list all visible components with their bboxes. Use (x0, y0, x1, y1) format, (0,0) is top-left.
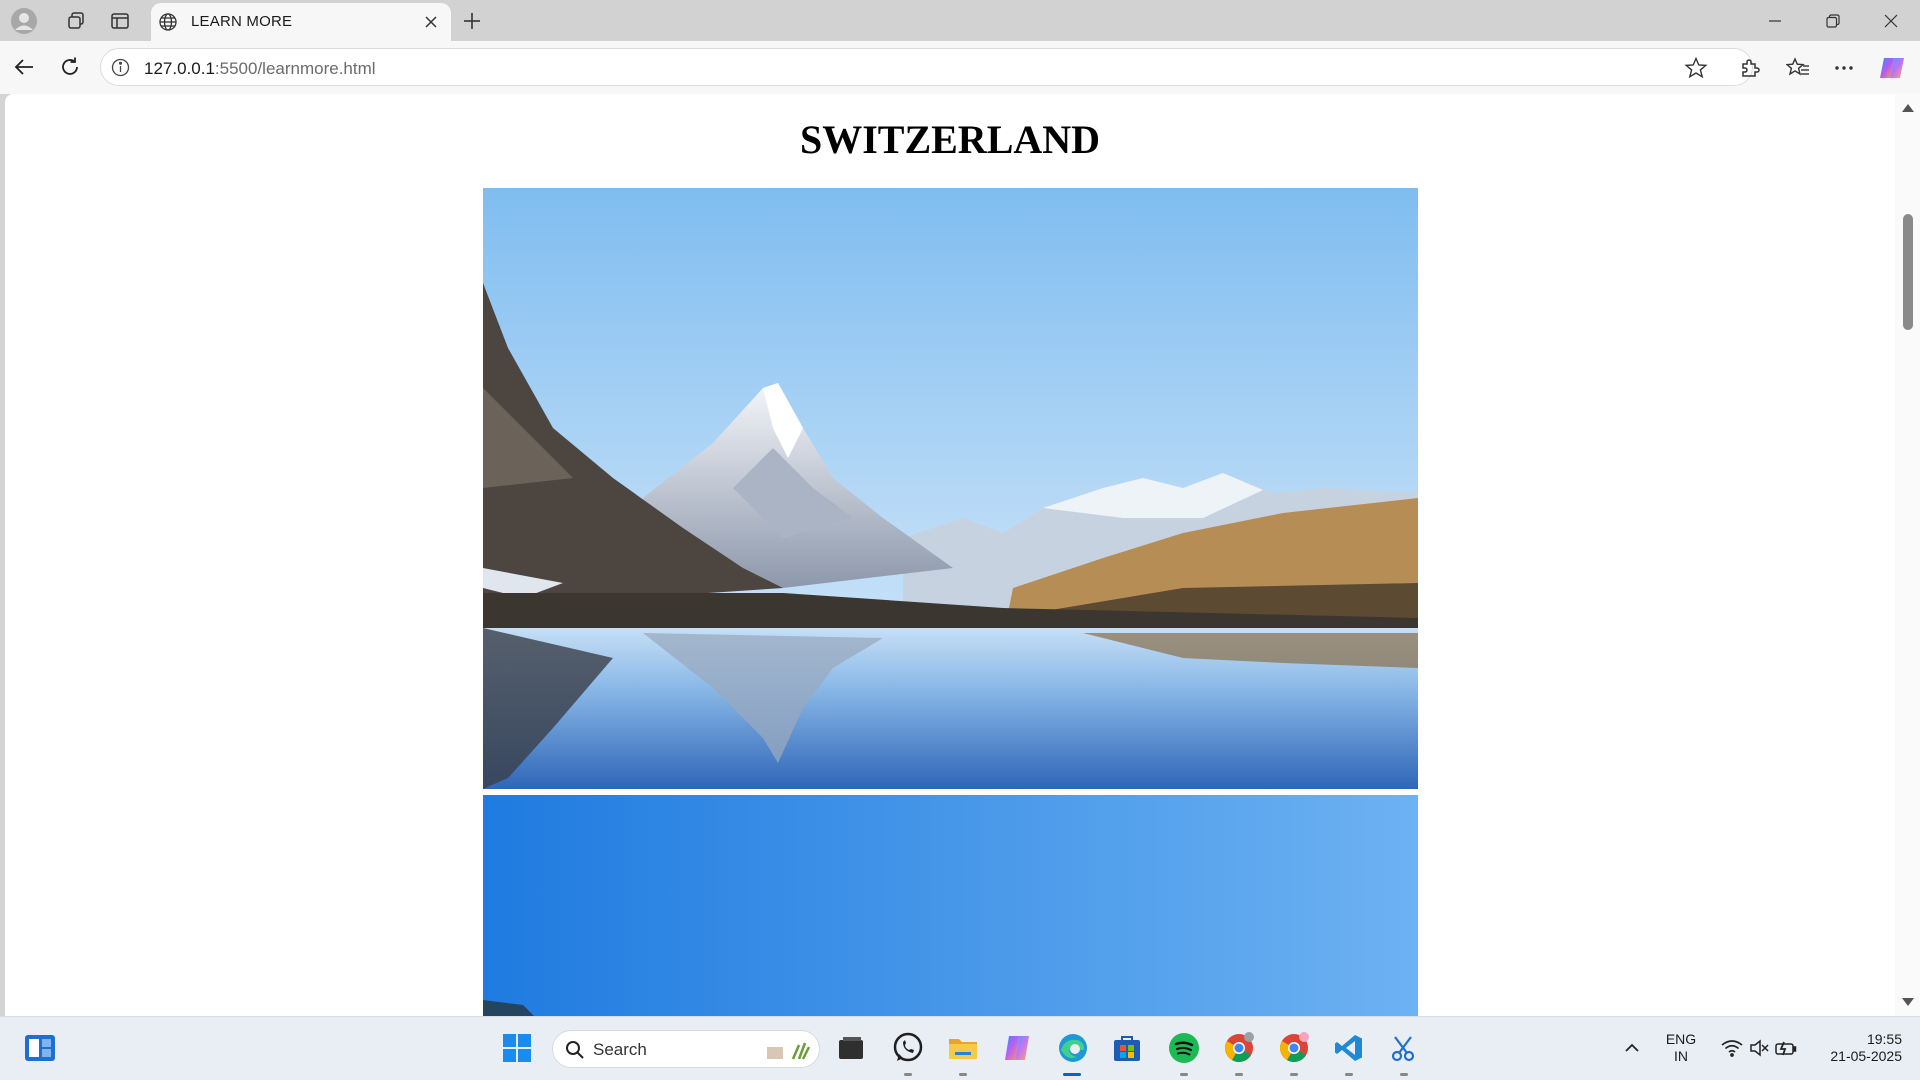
tab-actions-button[interactable] (104, 6, 136, 36)
chrome-profile-running-indicator (1290, 1073, 1298, 1076)
edge-active-indicator (1063, 1073, 1081, 1076)
wifi-icon (1721, 1040, 1743, 1057)
search-icon (566, 1041, 584, 1059)
page-viewport: SWITZERLAND (5, 94, 1920, 1016)
extensions-icon (1742, 59, 1760, 77)
workspaces-button[interactable] (60, 6, 92, 36)
spotify-icon (1169, 1033, 1199, 1063)
widgets-button[interactable] (21, 1029, 59, 1067)
restore-icon (1826, 14, 1840, 28)
copilot-app-icon (1005, 1036, 1029, 1060)
tab-close-button[interactable] (419, 10, 443, 34)
windows-taskbar: Search ENG IN 19:55 21-05-2025 (0, 1016, 1920, 1080)
refresh-button[interactable] (54, 51, 86, 83)
folder-button[interactable] (944, 1029, 982, 1067)
back-button[interactable] (8, 51, 40, 83)
window-close-button[interactable] (1868, 4, 1914, 38)
favorite-icon[interactable] (1684, 56, 1708, 80)
snipping-tool-running-indicator (1400, 1073, 1408, 1076)
folder-icon (949, 1039, 977, 1059)
profile-icon (11, 8, 37, 34)
search-highlight-icon (767, 1042, 811, 1060)
scroll-up-arrow[interactable] (1902, 104, 1914, 112)
clock-time: 19:55 (1866, 1031, 1902, 1047)
vscode-button[interactable] (1330, 1029, 1368, 1067)
battery-charging-icon (1775, 1041, 1797, 1056)
favorites-button[interactable] (1781, 51, 1815, 85)
blue-sky-photo (483, 795, 1418, 1016)
copilot-icon (1880, 58, 1904, 78)
copilot-button[interactable] (1874, 50, 1910, 86)
site-info-icon[interactable] (111, 58, 130, 77)
scroll-down-arrow[interactable] (1902, 998, 1914, 1006)
more-button[interactable] (1827, 51, 1861, 85)
minimize-button[interactable] (1752, 4, 1798, 38)
windows-start-icon (503, 1034, 531, 1062)
whatsapp-button[interactable] (889, 1029, 927, 1067)
refresh-icon (62, 57, 78, 75)
profile-button[interactable] (8, 6, 40, 36)
folder-running-indicator (959, 1073, 967, 1076)
taskbar-search[interactable]: Search (552, 1030, 820, 1068)
clock[interactable]: 19:55 21-05-2025 (1812, 1031, 1902, 1065)
tab-title: LEARN MORE (191, 13, 293, 30)
vscode-running-indicator (1345, 1073, 1353, 1076)
search-label: Search (593, 1040, 647, 1059)
chrome-running-indicator (1235, 1073, 1243, 1076)
language-code: ENG (1665, 1031, 1697, 1047)
url-path: :5500/learnmore.html (214, 59, 376, 78)
minimize-icon (1769, 20, 1781, 22)
show-hidden-icons-button[interactable] (1613, 1029, 1651, 1067)
favorites-icon (1786, 57, 1809, 76)
spotify-running-indicator (1180, 1073, 1188, 1076)
new-tab-button[interactable] (456, 6, 488, 36)
tab-strip: LEARN MORE (0, 0, 1920, 41)
address-bar[interactable]: 127.0.0.1:5500/learnmore.html (100, 48, 1753, 86)
browser-toolbar: 127.0.0.1:5500/learnmore.html (0, 41, 1920, 94)
close-icon (425, 16, 437, 28)
language-indicator[interactable]: ENG IN (1660, 1031, 1702, 1065)
tab-actions-icon (111, 13, 129, 29)
page-title: SWITZERLAND (799, 117, 1101, 162)
chrome-button[interactable] (1220, 1029, 1258, 1067)
volume-muted-icon (1750, 1039, 1769, 1057)
workspaces-icon (68, 12, 84, 29)
whatsapp-icon (893, 1032, 923, 1062)
new-tab-icon (464, 13, 480, 29)
extensions-button[interactable] (1733, 51, 1767, 85)
active-tab[interactable]: LEARN MORE (151, 3, 451, 41)
more-icon (1835, 66, 1853, 70)
vscode-icon (1335, 1035, 1362, 1061)
widgets-icon (25, 1035, 55, 1061)
scrollbar-thumb[interactable] (1903, 214, 1913, 330)
chevron-up-icon (1625, 1043, 1639, 1052)
url-host: 127.0.0.1 (144, 59, 215, 78)
store-button[interactable] (1108, 1029, 1146, 1067)
edge-button[interactable] (1054, 1029, 1092, 1067)
clock-date: 21-05-2025 (1830, 1048, 1902, 1064)
globe-icon (159, 13, 177, 31)
chrome-profile-button[interactable] (1275, 1029, 1313, 1067)
task-view-button[interactable] (832, 1029, 870, 1067)
url-text: 127.0.0.1:5500/learnmore.html (144, 59, 376, 79)
network-sound-battery-button[interactable] (1714, 1029, 1804, 1067)
snipping-tool-button[interactable] (1385, 1029, 1423, 1067)
start-button[interactable] (498, 1029, 536, 1067)
page-scrollbar[interactable] (1895, 94, 1920, 1016)
edge-icon (1059, 1034, 1087, 1062)
chrome-profile-icon (1280, 1032, 1309, 1062)
restore-button[interactable] (1810, 4, 1856, 38)
file-explorer-dark-icon (839, 1037, 863, 1059)
copilot-app-button[interactable] (998, 1029, 1036, 1067)
store-icon (1114, 1036, 1140, 1061)
back-icon (14, 59, 33, 75)
chrome-icon (1225, 1032, 1254, 1062)
matterhorn-lake-photo (483, 188, 1418, 789)
snipping-tool-icon (1391, 1036, 1415, 1062)
whatsapp-running-indicator (904, 1073, 912, 1076)
window-close-icon (1884, 14, 1898, 28)
spotify-button[interactable] (1165, 1029, 1203, 1067)
region-code: IN (1674, 1048, 1688, 1064)
